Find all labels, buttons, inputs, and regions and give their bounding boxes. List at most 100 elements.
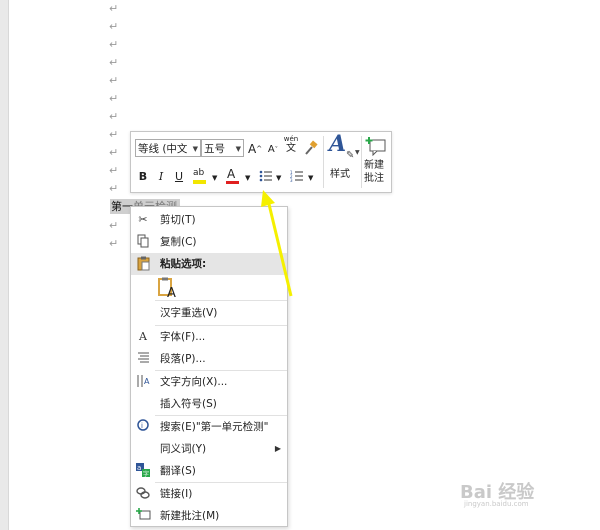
chevron-down-icon[interactable]: ▼: [245, 170, 250, 186]
numbering-button[interactable]: 1 2 3: [289, 169, 305, 188]
menu-item-search[interactable]: i 搜索(E)"第一单元检测": [131, 416, 287, 438]
highlight-button[interactable]: ab: [191, 166, 211, 186]
svg-text:3: 3: [290, 178, 293, 183]
phonetic-guide-button[interactable]: wén 文: [283, 135, 299, 157]
menu-item-label: 翻译(S): [160, 465, 196, 477]
styles-icon: A: [329, 131, 347, 157]
svg-text:a: a: [137, 464, 141, 472]
svg-text:字: 字: [143, 470, 149, 478]
bold-button[interactable]: B: [136, 169, 150, 185]
font-name-value: 等线 (中文: [138, 143, 188, 155]
paragraph-mark: ↵: [109, 146, 119, 159]
menu-item-new-comment[interactable]: 新建批注(M): [131, 505, 287, 527]
font-icon: A: [139, 330, 147, 343]
format-painter-button[interactable]: [303, 140, 319, 161]
menu-item-label: 复制(C): [160, 236, 197, 248]
bullet-list-icon: [259, 170, 272, 182]
highlighter-icon: ab: [193, 168, 205, 178]
phonetic-guide-char: 文: [286, 143, 296, 154]
svg-text:A: A: [144, 377, 150, 386]
svg-text:A: A: [167, 286, 176, 299]
new-comment-label-line1: 新建: [364, 160, 384, 171]
format-painter-icon: [305, 140, 318, 155]
chevron-down-icon: ▼: [355, 149, 360, 156]
grow-font-button[interactable]: A^: [248, 141, 262, 157]
highlight-color-swatch: [193, 180, 206, 184]
paragraph-mark: ↵: [109, 2, 119, 15]
svg-text:i: i: [141, 422, 143, 430]
grow-font-icon: A: [248, 142, 257, 156]
chevron-down-icon[interactable]: ▼: [276, 170, 281, 186]
font-color-swatch: [226, 181, 239, 184]
shrink-font-icon: A: [267, 144, 275, 155]
menu-item-insert-symbol[interactable]: 插入符号(S): [131, 393, 287, 415]
paragraph-mark: ↵: [109, 38, 119, 51]
menu-item-label: 插入符号(S): [160, 398, 217, 410]
new-comment-label-line2: 批注: [364, 173, 384, 184]
link-icon: [136, 486, 150, 502]
menu-item-synonyms[interactable]: 同义词(Y) ▶: [131, 438, 287, 460]
chevron-down-icon[interactable]: ▼: [308, 170, 313, 186]
mini-toolbar: 等线 (中文 ▼ 五号 ▼ A^ Aˇ wén 文 A ✎ ▼ 样式 新建 批注…: [130, 131, 392, 193]
menu-item-translate[interactable]: a字 翻译(S): [131, 460, 287, 482]
shrink-font-button[interactable]: Aˇ: [266, 142, 280, 158]
font-size-combo[interactable]: 五号 ▼: [201, 139, 244, 157]
left-margin-strip: [0, 0, 8, 530]
bullets-button[interactable]: [258, 169, 274, 188]
styles-button[interactable]: A ✎ ▼ 样式: [327, 131, 361, 186]
submenu-arrow-icon: ▶: [274, 444, 281, 453]
menu-item-label: 汉字重选(V): [160, 307, 218, 319]
menu-item-label: 剪切(T): [160, 214, 196, 226]
copy-icon: [136, 234, 150, 250]
menu-item-reconvert[interactable]: 汉字重选(V): [131, 302, 287, 324]
paragraph-mark: ↵: [109, 237, 119, 250]
paragraph-mark: ↵: [109, 219, 119, 232]
menu-item-label: 字体(F)...: [160, 331, 206, 343]
menu-item-text-direction[interactable]: A 文字方向(X)...: [131, 371, 287, 393]
paste-text-only-icon: A: [158, 277, 176, 301]
menu-item-cut[interactable]: ✂ 剪切(T): [131, 209, 287, 231]
annotation-arrow: [261, 190, 293, 297]
underline-button[interactable]: U: [172, 169, 186, 185]
new-comment-button[interactable]: 新建 批注: [362, 134, 390, 188]
styles-label: 样式: [330, 169, 350, 180]
paragraph-mark: ↵: [109, 20, 119, 33]
font-size-value: 五号: [204, 143, 225, 155]
paragraph-mark: ↵: [109, 182, 119, 195]
menu-item-label: 搜索(E)"第一单元检测": [160, 421, 269, 433]
paragraph-mark: ↵: [109, 128, 119, 141]
search-icon: i: [136, 419, 150, 435]
new-comment-icon: [136, 508, 151, 524]
menu-item-copy[interactable]: 复制(C): [131, 231, 287, 253]
menu-item-label: 新建批注(M): [160, 510, 220, 522]
menu-item-label: 文字方向(X)...: [160, 376, 228, 388]
menu-separator: [155, 300, 287, 301]
new-comment-icon: [365, 137, 386, 156]
font-name-combo[interactable]: 等线 (中文 ▼: [135, 139, 201, 157]
watermark-url: jingyan.baidu.com: [464, 500, 529, 508]
font-color-button[interactable]: A: [224, 166, 242, 186]
paste-keep-text-only-button[interactable]: A: [157, 277, 179, 301]
paragraph-mark: ↵: [109, 92, 119, 105]
menu-item-label: 粘贴选项:: [160, 258, 207, 270]
toolbar-divider: [323, 136, 324, 188]
left-margin-edge: [8, 0, 9, 530]
italic-button[interactable]: I: [154, 169, 168, 185]
baidu-watermark: Bai 经验 jingyan.baidu.com: [460, 472, 580, 508]
font-color-icon: A: [227, 167, 236, 181]
menu-item-label: 链接(I): [160, 488, 193, 500]
menu-item-link[interactable]: 链接(I): [131, 483, 287, 505]
text-direction-icon: A: [136, 374, 150, 390]
scissors-icon: ✂: [138, 213, 148, 226]
menu-item-paragraph[interactable]: 段落(P)...: [131, 348, 287, 370]
chevron-down-icon[interactable]: ▼: [212, 170, 217, 186]
clipboard-icon: [136, 256, 150, 272]
paragraph-mark: ↵: [109, 110, 119, 123]
context-menu: ✂ 剪切(T) 复制(C) 粘贴选项: A 汉字重选(V) A 字体(F)...…: [130, 206, 288, 527]
numbered-list-icon: 1 2 3: [290, 170, 303, 183]
paragraph-mark: ↵: [109, 74, 119, 87]
menu-item-font[interactable]: A 字体(F)...: [131, 326, 287, 348]
paragraph-mark: ↵: [109, 56, 119, 69]
chevron-down-icon: ▼: [192, 145, 198, 153]
paragraph-mark: ↵: [109, 164, 119, 177]
